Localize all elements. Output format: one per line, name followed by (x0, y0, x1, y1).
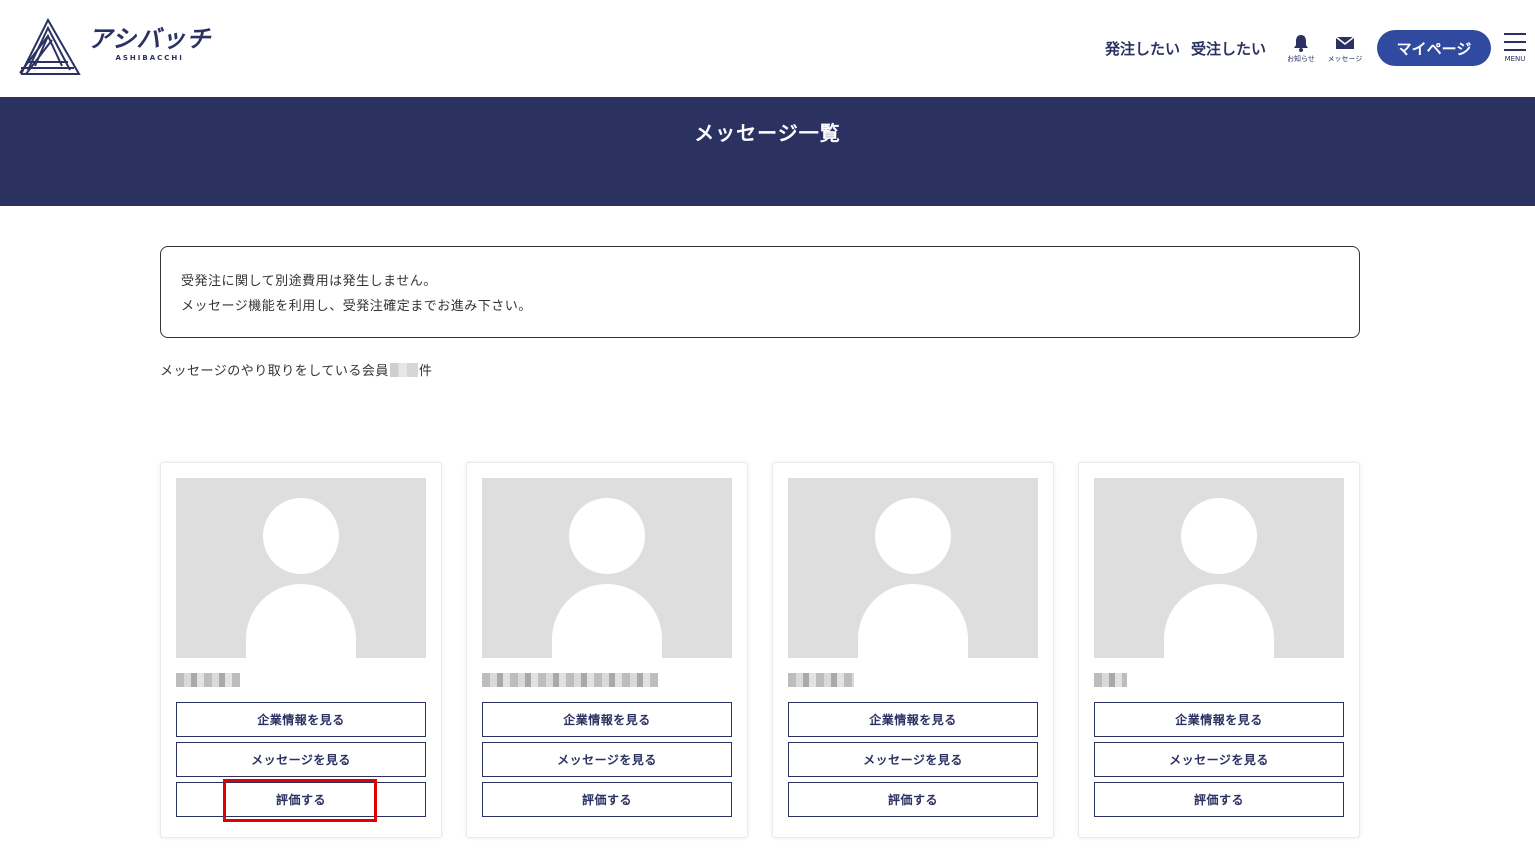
rate-button[interactable]: 評価する (482, 782, 732, 817)
user-silhouette-icon (1094, 478, 1344, 658)
member-count: メッセージのやり取りをしている会員 件 (160, 360, 432, 379)
view-messages-button[interactable]: メッセージを見る (1094, 742, 1344, 777)
member-name-redacted (1094, 670, 1344, 690)
notice-line: 受発注に関して別途費用は発生しません。 (181, 274, 437, 289)
site-logo[interactable]: アシバッチ ASHIBACCHI (18, 16, 211, 76)
user-silhouette-icon (176, 478, 426, 658)
logo-wordmark: アシバッチ (88, 25, 212, 53)
rate-button[interactable]: 評価する (176, 782, 426, 817)
messages-label: メッセージ (1327, 54, 1363, 63)
page-title-band: メッセージ一覧 (0, 97, 1535, 206)
member-name-redacted (176, 670, 426, 690)
view-messages-button[interactable]: メッセージを見る (482, 742, 732, 777)
view-messages-button[interactable]: メッセージを見る (176, 742, 426, 777)
header-nav: 発注したい 受注したい お知らせ メッセージ マイページ MENU (1105, 26, 1535, 70)
envelope-icon (1335, 35, 1355, 49)
mypage-button[interactable]: マイページ (1377, 30, 1491, 66)
page-title: メッセージ一覧 (694, 121, 841, 145)
user-silhouette-icon (482, 478, 732, 658)
notifications-label: お知らせ (1287, 54, 1315, 63)
bell-icon (1294, 34, 1308, 52)
view-messages-button[interactable]: メッセージを見る (788, 742, 1038, 777)
nav-receive-link[interactable]: 受注したい (1191, 38, 1266, 59)
notice-box: 受発注に関して別途費用は発生しません。 メッセージ機能を利用し、受発注確定までお… (160, 246, 1360, 338)
notice-line: メッセージ機能を利用し、受発注確定までお進み下さい。 (181, 299, 532, 314)
notifications-button[interactable]: お知らせ (1281, 33, 1321, 64)
member-card: 企業情報を見る メッセージを見る 評価する (772, 462, 1054, 838)
member-card: 企業情報を見る メッセージを見る 評価する (160, 462, 442, 838)
member-card-list: 企業情報を見る メッセージを見る 評価する 企業情報を見る メッセージを見る 評… (160, 462, 1360, 838)
member-name-redacted (788, 670, 1038, 690)
view-company-button[interactable]: 企業情報を見る (788, 702, 1038, 737)
hamburger-icon (1504, 33, 1526, 51)
member-count-suffix: 件 (418, 364, 433, 379)
member-card: 企業情報を見る メッセージを見る 評価する (1078, 462, 1360, 838)
rate-button[interactable]: 評価する (788, 782, 1038, 817)
nav-order-link[interactable]: 発注したい (1105, 38, 1180, 59)
member-count-redacted (389, 362, 418, 377)
logo-subtitle: ASHIBACCHI (115, 54, 184, 62)
logo-triangle-icon (19, 17, 81, 75)
menu-button[interactable]: MENU (1495, 33, 1535, 63)
messages-button[interactable]: メッセージ (1325, 33, 1365, 64)
user-silhouette-icon (788, 478, 1038, 658)
site-header: アシバッチ ASHIBACCHI 発注したい 受注したい お知らせ メッセージ … (0, 0, 1535, 97)
view-company-button[interactable]: 企業情報を見る (1094, 702, 1344, 737)
menu-label: MENU (1504, 55, 1526, 63)
member-card: 企業情報を見る メッセージを見る 評価する (466, 462, 748, 838)
view-company-button[interactable]: 企業情報を見る (482, 702, 732, 737)
member-count-prefix: メッセージのやり取りをしている会員 (160, 364, 389, 379)
rate-button[interactable]: 評価する (1094, 782, 1344, 817)
view-company-button[interactable]: 企業情報を見る (176, 702, 426, 737)
member-name-redacted (482, 670, 732, 690)
